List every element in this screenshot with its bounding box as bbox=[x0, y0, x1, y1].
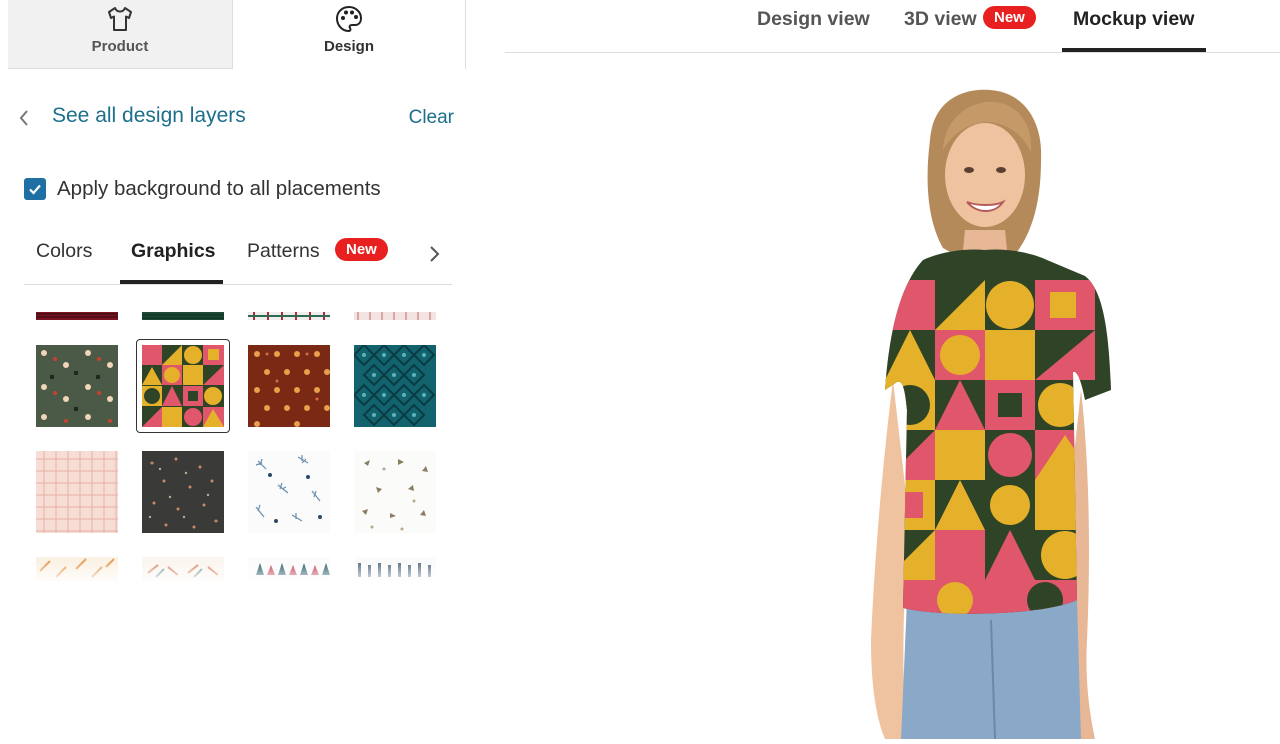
tshirt-icon bbox=[108, 7, 132, 31]
pattern-tile-selected[interactable] bbox=[136, 339, 230, 433]
apply-background-checkbox[interactable] bbox=[24, 178, 46, 200]
pattern-tile[interactable] bbox=[354, 312, 436, 320]
tab-graphics[interactable]: Graphics bbox=[131, 240, 216, 263]
see-all-layers-link[interactable]: See all design layers bbox=[52, 104, 246, 128]
pattern-tile[interactable] bbox=[142, 557, 224, 581]
palette-icon bbox=[335, 5, 363, 33]
active-tab-indicator bbox=[120, 280, 223, 284]
pattern-tile[interactable] bbox=[248, 557, 330, 581]
pattern-tile[interactable] bbox=[36, 557, 118, 581]
tab-patterns[interactable]: Patterns bbox=[247, 240, 320, 263]
pattern-tile[interactable] bbox=[354, 451, 436, 533]
chevron-left-icon[interactable] bbox=[16, 108, 32, 128]
clear-button[interactable]: Clear bbox=[409, 107, 454, 129]
apply-background-label: Apply background to all placements bbox=[57, 177, 381, 200]
tab-3d-view[interactable]: 3D view bbox=[904, 8, 977, 31]
pattern-tile[interactable] bbox=[36, 345, 118, 427]
tab-mockup-view[interactable]: Mockup view bbox=[1073, 8, 1194, 31]
active-view-indicator bbox=[1062, 48, 1206, 52]
pattern-tile[interactable] bbox=[142, 451, 224, 533]
view-tabs: Design view 3D view New Mockup view bbox=[505, 0, 1280, 53]
graphic-type-tabs: Colors Graphics Patterns New bbox=[24, 226, 452, 285]
pattern-tile[interactable] bbox=[36, 312, 118, 320]
chevron-right-icon[interactable] bbox=[424, 242, 444, 266]
tab-design[interactable]: Design bbox=[232, 0, 466, 69]
tab-product[interactable]: Product bbox=[8, 0, 232, 69]
pattern-tile[interactable] bbox=[354, 345, 436, 427]
pattern-tile[interactable] bbox=[36, 451, 118, 533]
pattern-tile[interactable] bbox=[354, 557, 436, 581]
pattern-tile[interactable] bbox=[248, 451, 330, 533]
tab-colors[interactable]: Colors bbox=[36, 240, 92, 263]
pattern-grid bbox=[28, 300, 452, 584]
apply-background-row: Apply background to all placements bbox=[24, 174, 381, 204]
new-badge: New bbox=[335, 238, 388, 261]
pattern-tile[interactable] bbox=[248, 312, 330, 320]
tab-design-label: Design bbox=[323, 38, 374, 55]
mockup-image bbox=[845, 80, 1125, 740]
mode-tabs: Product Design bbox=[8, 0, 466, 69]
back-row: See all design layers Clear bbox=[0, 96, 470, 140]
new-badge: New bbox=[983, 6, 1036, 29]
tab-design-view[interactable]: Design view bbox=[757, 8, 870, 31]
pattern-tile[interactable] bbox=[142, 312, 224, 320]
checkmark-icon bbox=[29, 184, 41, 195]
tab-product-label: Product bbox=[91, 38, 149, 55]
preview-panel: Design view 3D view New Mockup view bbox=[505, 0, 1280, 740]
design-panel: Product Design See all design layers Cle… bbox=[0, 0, 480, 739]
pattern-tile[interactable] bbox=[248, 345, 330, 427]
